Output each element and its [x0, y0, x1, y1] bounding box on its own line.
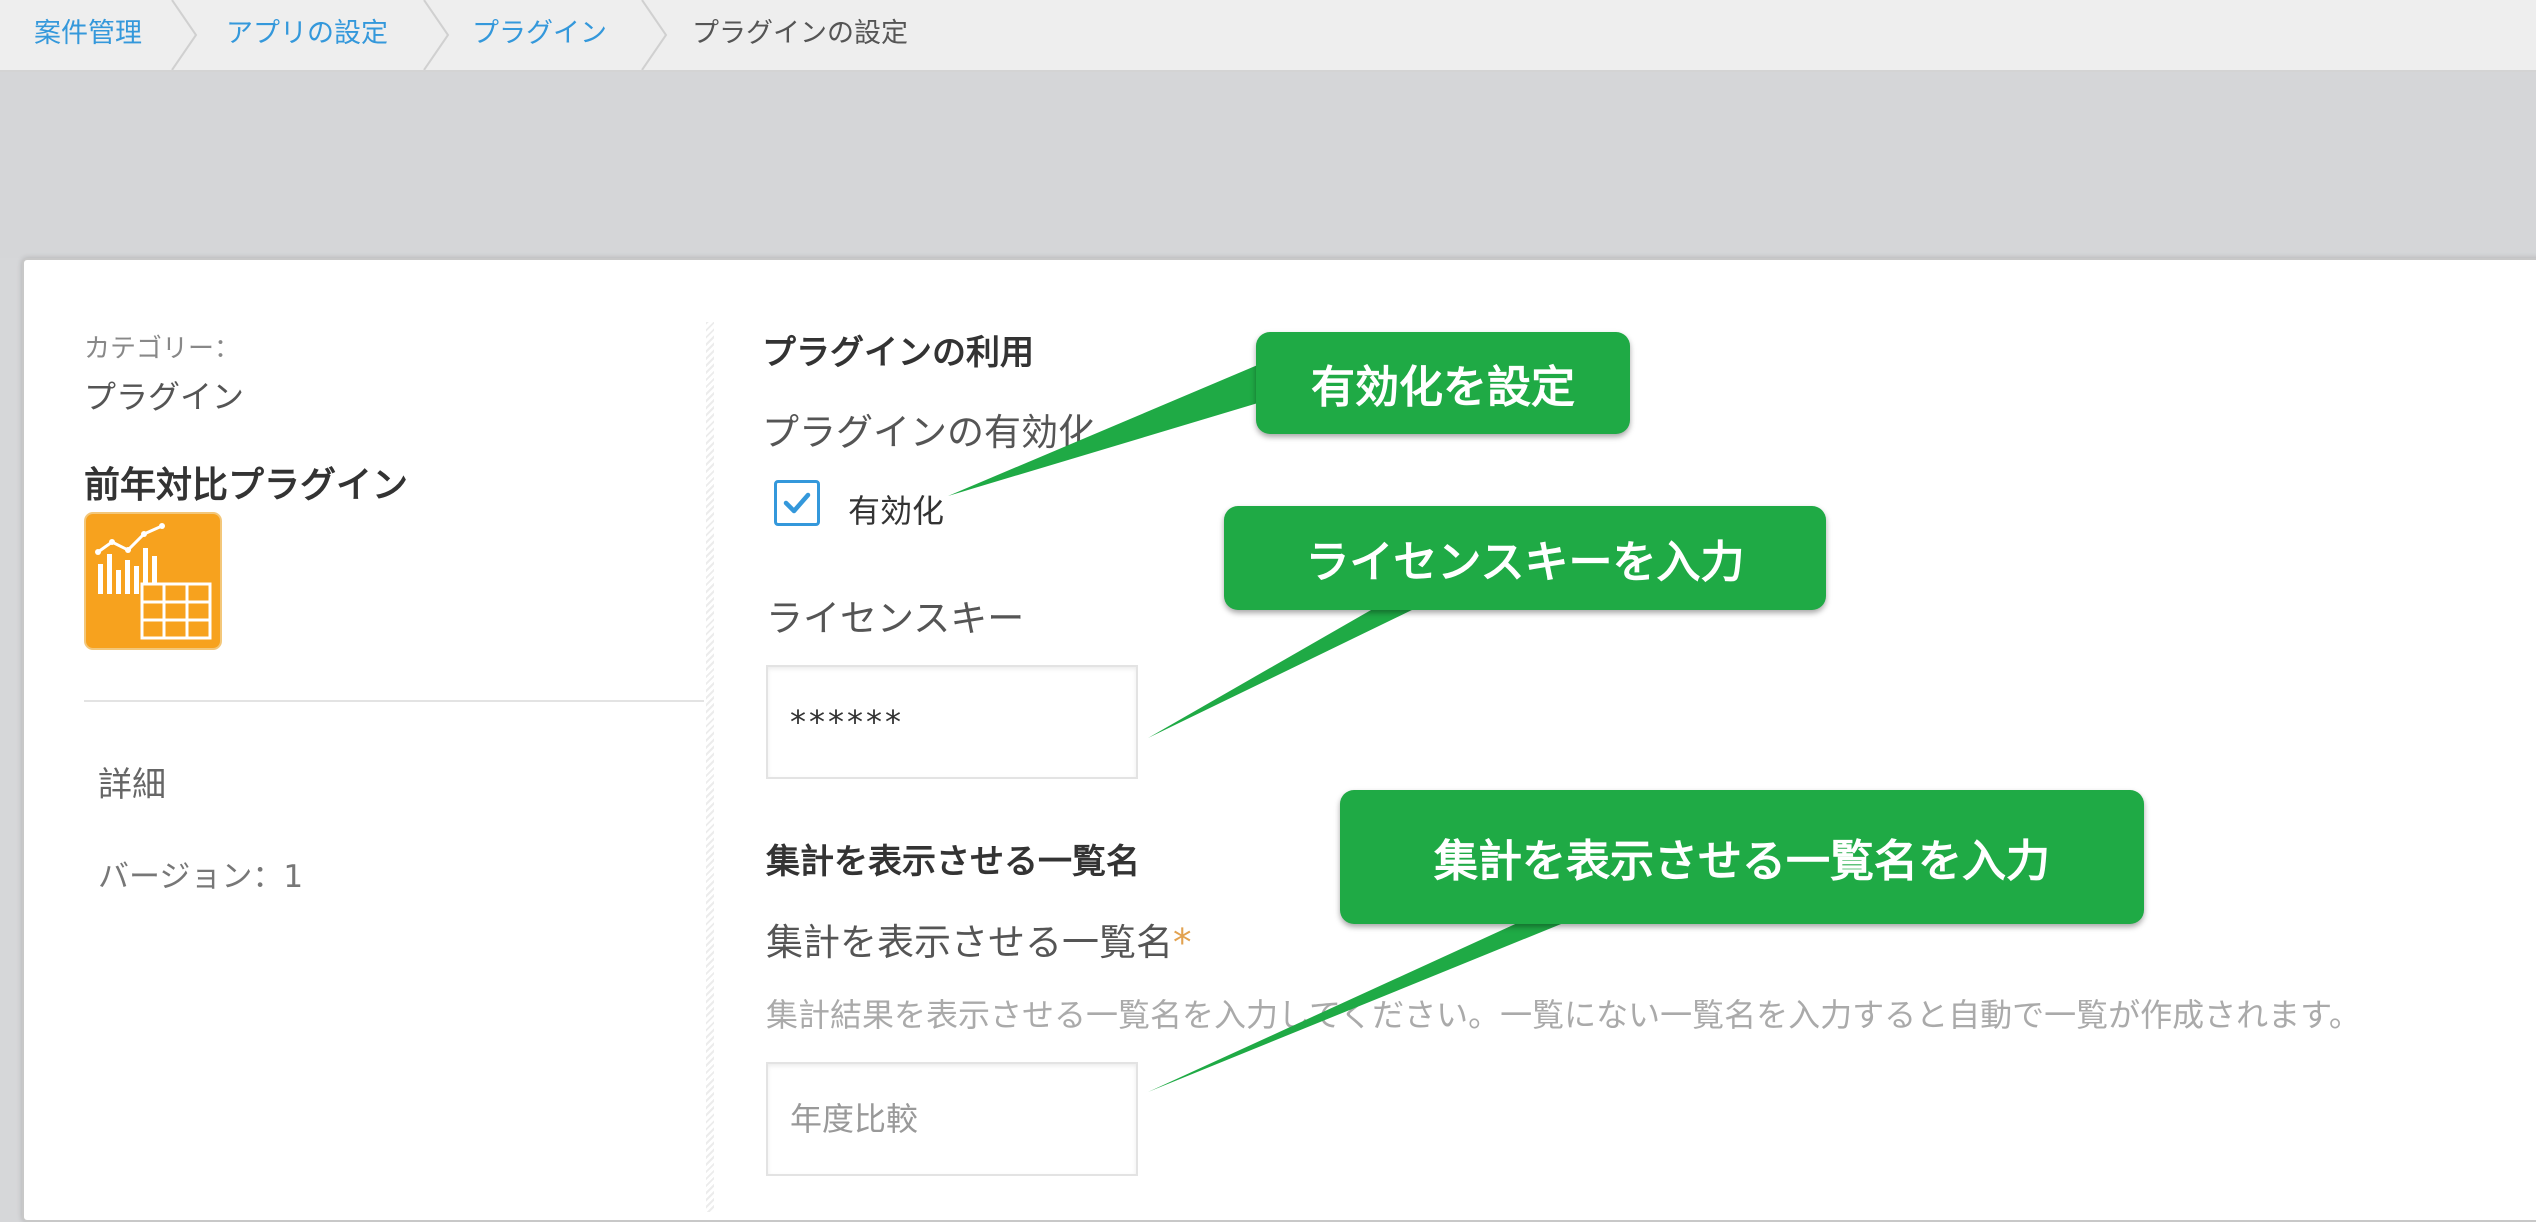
category-value: プラグイン [84, 378, 245, 416]
breadcrumb-separator-icon [641, 0, 668, 70]
column-divider [706, 322, 714, 1212]
breadcrumb-separator-icon [423, 0, 450, 70]
breadcrumb-separator-icon [171, 0, 198, 70]
list-name-help-text: 集計結果を表示させる一覧名を入力してください。一覧にない一覧名を入力すると自動で… [766, 996, 2361, 1034]
breadcrumb-item-app[interactable]: 案件管理 [34, 17, 142, 51]
list-section-title: 集計を表示させる一覧名 [766, 842, 1140, 882]
license-key-label: ライセンスキー [766, 597, 1025, 640]
category-label: カテゴリー： [84, 334, 241, 364]
chart-table-icon [84, 512, 222, 650]
breadcrumb-item-plugins[interactable]: プラグイン [472, 17, 607, 51]
list-name-label-text: 集計を表示させる一覧名 [766, 921, 1173, 964]
details-label: 詳細 [98, 765, 166, 805]
breadcrumb: 案件管理 アプリの設定 プラグイン プラグインの設定 [0, 0, 2536, 72]
breadcrumb-item-app-settings[interactable]: アプリの設定 [226, 17, 388, 51]
callout-enable: 有効化を設定 [1256, 332, 1630, 434]
plugin-settings-page: 案件管理 アプリの設定 プラグイン プラグインの設定 カテゴリー： プラグイン … [0, 0, 2536, 1222]
enable-checkbox[interactable] [774, 480, 820, 526]
plugin-name: 前年対比プラグイン [84, 465, 409, 506]
header-background [0, 72, 2536, 258]
breadcrumb-current: プラグインの設定 [692, 18, 908, 49]
list-name-input[interactable] [766, 1062, 1138, 1176]
list-name-field-label: 集計を表示させる一覧名* [766, 912, 1192, 966]
license-key-input[interactable] [766, 665, 1138, 779]
required-mark: * [1173, 921, 1192, 964]
checkmark-icon [783, 492, 811, 514]
enable-field-label: プラグインの有効化 [762, 411, 1095, 454]
callout-list-name: 集計を表示させる一覧名を入力 [1340, 790, 2144, 924]
usage-section-title: プラグインの利用 [762, 333, 1034, 373]
version-label: バージョン：1 [98, 859, 304, 895]
callout-license: ライセンスキーを入力 [1224, 506, 1826, 610]
enable-checkbox-label[interactable]: 有効化 [848, 486, 944, 532]
sidebar-divider [84, 700, 704, 702]
